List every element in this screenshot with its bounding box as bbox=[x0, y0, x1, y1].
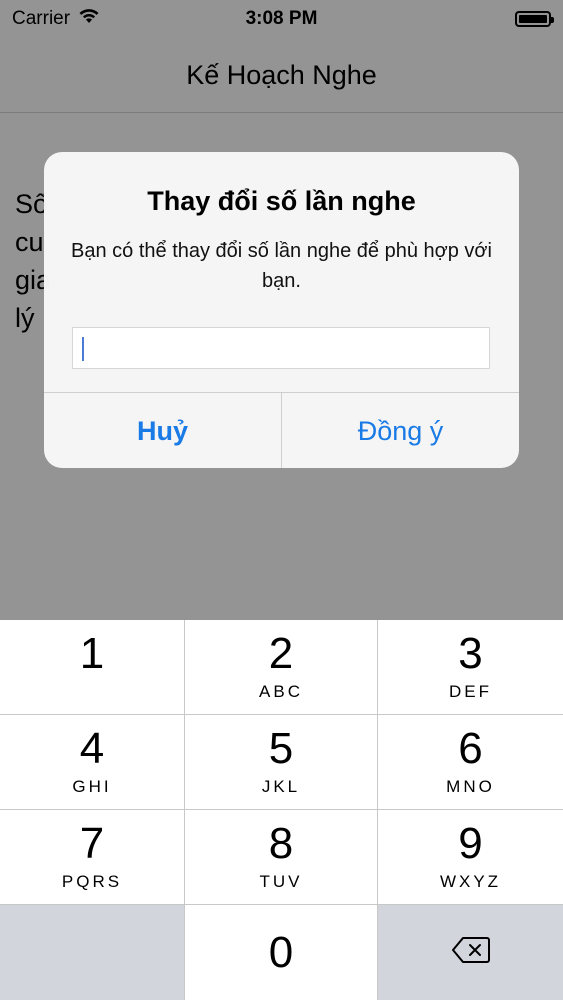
key-6[interactable]: 6 MNO bbox=[378, 715, 563, 810]
alert-message: Bạn có thể thay đổi số lần nghe để phù h… bbox=[71, 240, 492, 292]
backspace-icon bbox=[451, 936, 491, 969]
key-9[interactable]: 9 WXYZ bbox=[378, 810, 563, 905]
key-2[interactable]: 2 ABC bbox=[185, 620, 378, 715]
alert-title: Thay đổi số lần nghe bbox=[147, 186, 416, 216]
key-blank bbox=[0, 905, 185, 1000]
key-0[interactable]: 0 bbox=[185, 905, 378, 1000]
key-7[interactable]: 7 PQRS bbox=[0, 810, 185, 905]
alert-buttons: Huỷ Đồng ý bbox=[44, 392, 519, 468]
confirm-button[interactable]: Đồng ý bbox=[282, 393, 519, 468]
key-3[interactable]: 3 DEF bbox=[378, 620, 563, 715]
number-keypad: 1 2 ABC 3 DEF 4 GHI 5 JKL 6 MNO 7 PQRS 8… bbox=[0, 620, 563, 1000]
listen-count-input[interactable] bbox=[72, 327, 490, 369]
key-8[interactable]: 8 TUV bbox=[185, 810, 378, 905]
alert-dialog: Thay đổi số lần nghe Bạn có thể thay đổi… bbox=[44, 152, 519, 468]
key-5[interactable]: 5 JKL bbox=[185, 715, 378, 810]
key-1[interactable]: 1 bbox=[0, 620, 185, 715]
delete-key[interactable] bbox=[378, 905, 563, 1000]
key-4[interactable]: 4 GHI bbox=[0, 715, 185, 810]
cancel-button[interactable]: Huỷ bbox=[44, 393, 282, 468]
text-cursor bbox=[82, 337, 84, 361]
